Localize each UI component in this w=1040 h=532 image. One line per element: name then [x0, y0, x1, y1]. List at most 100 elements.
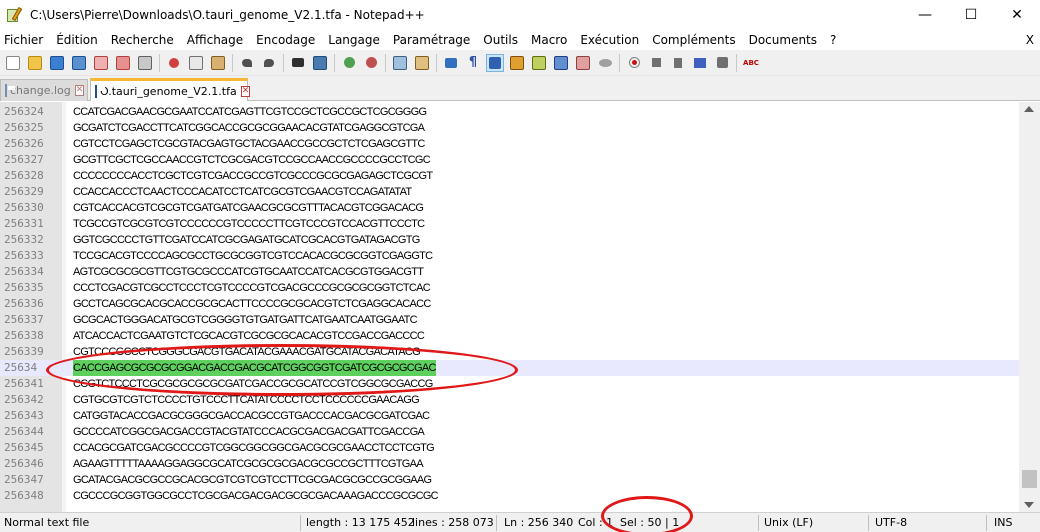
- menu-complements[interactable]: Compléments: [646, 30, 742, 50]
- editor-line[interactable]: 256333 TCCGCACGTCCCCAGCGCCTGCGCGGTCGTCCAC…: [0, 248, 1019, 264]
- editor-line[interactable]: 256346 AGAAGTTTTTAAAAGGAGGCGCATCGCGCGCGAC…: [0, 456, 1019, 472]
- editor-line[interactable]: 256331 TCGCCGTCGCGTCGTCCCCCCGTCCCCCTTCGTC…: [0, 216, 1019, 232]
- editor-line[interactable]: 256347 GCATACGACGCGCCGCACGCGTCGTCGTCCTTCG…: [0, 472, 1019, 488]
- menu-macro[interactable]: Macro: [525, 30, 574, 50]
- line-text[interactable]: AGTCGCGCGCGTTCGTGCGCCCATCGTGCAATCCATCACG…: [73, 264, 424, 280]
- editor-line[interactable]: 256329 CCACCACCCTCAACTCCCACATCCTCATCGCGTC…: [0, 184, 1019, 200]
- user-lang-button[interactable]: [508, 54, 526, 72]
- editor-line[interactable]: 256337 GCGCACTGGGACATGCGTCGGGGTGTGATGATTC…: [0, 312, 1019, 328]
- paste-button[interactable]: [209, 54, 227, 72]
- selected-text[interactable]: CACCGAGCGCGCGCGGACGACCGACGCATCGGCGGTCGAT…: [73, 360, 436, 376]
- redo-button[interactable]: [260, 54, 278, 72]
- undo-button[interactable]: [238, 54, 256, 72]
- line-text[interactable]: CGCCCGCGGTGGCGCCTCGCGACGACGACGCGCGACAAAG…: [73, 488, 439, 504]
- line-text[interactable]: CGTCCCGCCCTCGGGCGACGTGACATACGAAACGATGCAT…: [73, 344, 421, 360]
- line-text[interactable]: CGTCCTCGAGCTCGCGTACGAGTGCTACGAACCGCCGCTC…: [73, 136, 425, 152]
- play-macro-button[interactable]: [669, 54, 687, 72]
- editor-line[interactable]: 256335 CCCTCGACGTCGCCTCCCTCGTCCCCGTCGACGC…: [0, 280, 1019, 296]
- run-macro-multiple-button[interactable]: [691, 54, 709, 72]
- close-file-button[interactable]: [92, 54, 110, 72]
- line-text[interactable]: GGTCGCCCCTGTTCGATCCATCGCGAGATGCATCGCACGT…: [73, 232, 420, 248]
- line-text[interactable]: GCCTCAGCGCACGCACCGCGCACTTCCCCGCGCACGTCTC…: [73, 296, 431, 312]
- scroll-thumb[interactable]: [1022, 470, 1037, 488]
- editor-line[interactable]: 256326 CGTCCTCGAGCTCGCGTACGAGTGCTACGAACCG…: [0, 136, 1019, 152]
- close-document-button[interactable]: X: [1026, 30, 1034, 50]
- editor-line[interactable]: 256348 CGCCCGCGGTGGCGCCTCGCGACGACGACGCGCG…: [0, 488, 1019, 504]
- line-text[interactable]: CCACGCGATCGACGCCCCGTCGGCGGCGGCGACGCGCGAA…: [73, 440, 435, 456]
- text-editor[interactable]: 256324 CCATCGACGAACGCGAATCCATCGAGTTCGTCCG…: [0, 102, 1019, 512]
- menu-help[interactable]: ?: [824, 30, 843, 50]
- line-text[interactable]: GCGATCTCGACCTTCATCGGCACCGCGCGGAACACGTATC…: [73, 120, 425, 136]
- vertical-scrollbar[interactable]: [1019, 102, 1040, 512]
- tab-close-icon[interactable]: ✕: [74, 85, 85, 96]
- menu-edition[interactable]: Édition: [50, 30, 105, 50]
- save-macro-button[interactable]: [713, 54, 731, 72]
- line-text[interactable]: GCGCACTGGGACATGCGTCGGGGTGTGATGATTCATGAAT…: [73, 312, 418, 328]
- print-button[interactable]: [136, 54, 154, 72]
- indent-guide-button[interactable]: [486, 53, 504, 72]
- menu-parametrage[interactable]: Paramétrage: [387, 30, 477, 50]
- editor-line[interactable]: 256324 CCATCGACGAACGCGAATCCATCGAGTTCGTCCG…: [0, 104, 1019, 120]
- editor-line[interactable]: 256338 ATCACCACTCGAATGTCTCGCACGTCGCGCGCAC…: [0, 328, 1019, 344]
- line-text[interactable]: TCCGCACGTCCCCAGCGCCTGCGCGGTCGTCCACACGCGC…: [73, 248, 433, 264]
- zoom-out-button[interactable]: [362, 54, 380, 72]
- minimize-button[interactable]: —: [902, 0, 948, 30]
- function-list-button[interactable]: [552, 54, 570, 72]
- replace-button[interactable]: [311, 54, 329, 72]
- tab-close-icon[interactable]: ✕: [240, 85, 251, 97]
- maximize-button[interactable]: ☐: [948, 0, 994, 30]
- menu-encodage[interactable]: Encodage: [250, 30, 322, 50]
- save-all-button[interactable]: [70, 54, 88, 72]
- scroll-up-icon[interactable]: [1024, 106, 1034, 112]
- open-file-button[interactable]: [26, 54, 44, 72]
- line-text[interactable]: CATGGTACACCGACGCGGGCGACCACGCCGTGACCCACGA…: [73, 408, 430, 424]
- editor-line[interactable]: 256343 CATGGTACACCGACGCGGGCGACCACGCCGTGAC…: [0, 408, 1019, 424]
- close-button[interactable]: ✕: [994, 0, 1040, 30]
- status-encoding[interactable]: UTF-8: [871, 513, 907, 532]
- editor-line[interactable]: 256334 AGTCGCGCGCGTTCGTGCGCCCATCGTGCAATCC…: [0, 264, 1019, 280]
- editor-line[interactable]: 256339 CGTCCCGCCCTCGGGCGACGTGACATACGAAACG…: [0, 344, 1019, 360]
- editor-line[interactable]: 256342 CGTGCGTCGTCTCCCCTGTCCCTTCATATCCCCT…: [0, 392, 1019, 408]
- line-text[interactable]: GCATACGACGCGCCGCACGCGTCGTCGTCCTTCGCGACGC…: [73, 472, 432, 488]
- close-all-button[interactable]: [114, 54, 132, 72]
- sync-vertical-button[interactable]: [391, 54, 409, 72]
- line-text[interactable]: GCCCCATCGGCGACGACCGTACGTATCCCACGCGACGACG…: [73, 424, 425, 440]
- menu-recherche[interactable]: Recherche: [105, 30, 181, 50]
- menu-execution[interactable]: Exécution: [574, 30, 646, 50]
- word-wrap-button[interactable]: [442, 54, 460, 72]
- monitoring-button[interactable]: [596, 54, 614, 72]
- new-file-button[interactable]: [4, 54, 22, 72]
- menu-documents[interactable]: Documents: [743, 30, 824, 50]
- editor-line[interactable]: 256330 CGTCACCACGTCGCGTCGATGATCGAACGCGCGT…: [0, 200, 1019, 216]
- editor-line[interactable]: 256344 GCCCCATCGGCGACGACCGTACGTATCCCACGCG…: [0, 424, 1019, 440]
- line-text[interactable]: CCGTCTCCCTCGCGCGCGCGCGATCGACCGCGCATCCGTC…: [73, 376, 433, 392]
- menu-outils[interactable]: Outils: [477, 30, 525, 50]
- line-text[interactable]: CGTGCGTCGTCTCCCCTGTCCCTTCATATCCCCTCCTCCC…: [73, 392, 420, 408]
- line-text[interactable]: TCGCCGTCGCGTCGTCCCCCCGTCCCCCTTCGTCCCGTCC…: [73, 216, 425, 232]
- line-text[interactable]: CCATCGACGAACGCGAATCCATCGAGTTCGTCCGCTCGCC…: [73, 104, 427, 120]
- editor-line[interactable]: 256332 GGTCGCCCCTGTTCGATCCATCGCGAGATGCATC…: [0, 232, 1019, 248]
- editor-line[interactable]: 256327 GCGTTCGCTCGCCAACCGTCTCGCGACGTCCGCC…: [0, 152, 1019, 168]
- sync-horizontal-button[interactable]: [413, 54, 431, 72]
- line-text[interactable]: GCGTTCGCTCGCCAACCGTCTCGCGACGTCCGCCAACCGC…: [73, 152, 431, 168]
- find-button[interactable]: [289, 54, 307, 72]
- stop-macro-button[interactable]: [647, 54, 665, 72]
- current-line[interactable]: 25634 CACCGAGCGCGCGCGGACGACCGACGCATCGGCGG…: [0, 360, 1019, 376]
- menu-affichage[interactable]: Affichage: [181, 30, 250, 50]
- line-text[interactable]: AGAAGTTTTTAAAAGGAGGCGCATCGCGCGCGACGCGCCG…: [73, 456, 424, 472]
- tab-change-log[interactable]: change.log ✕: [0, 79, 88, 101]
- editor-line[interactable]: 256341 CCGTCTCCCTCGCGCGCGCGCGATCGACCGCGCA…: [0, 376, 1019, 392]
- tab-genome-file[interactable]: O.tauri_genome_V2.1.tfa ✕: [90, 78, 251, 101]
- doc-map-button[interactable]: [530, 54, 548, 72]
- editor-line[interactable]: 256345 CCACGCGATCGACGCCCCGTCGGCGGCGGCGACG…: [0, 440, 1019, 456]
- line-text[interactable]: CGTCACCACGTCGCGTCGATGATCGAACGCGCGTTTACAC…: [73, 200, 424, 216]
- menu-langage[interactable]: Langage: [322, 30, 387, 50]
- status-eol[interactable]: Unix (LF): [760, 513, 813, 532]
- line-text[interactable]: ATCACCACTCGAATGTCTCGCACGTCGCGCGCACACGTCC…: [73, 328, 425, 344]
- copy-button[interactable]: [187, 54, 205, 72]
- save-button[interactable]: [48, 54, 66, 72]
- line-text[interactable]: CCCCCCCCACCTCGCTCGTCGACCGCCGTCGCCCGCGCGA…: [73, 168, 433, 184]
- scroll-down-icon[interactable]: [1024, 502, 1034, 508]
- menu-fichier[interactable]: Fichier: [0, 30, 50, 50]
- cut-button[interactable]: [165, 54, 183, 72]
